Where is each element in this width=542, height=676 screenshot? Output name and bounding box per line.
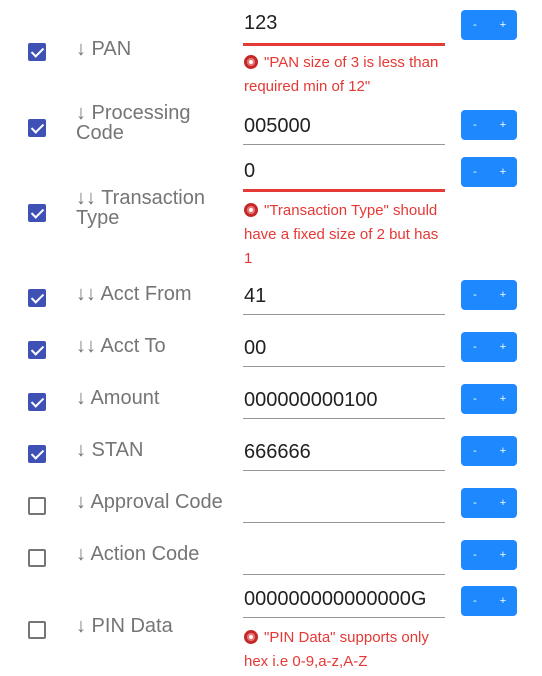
amount-minus-button[interactable]: - <box>461 384 489 414</box>
processing-code-input[interactable]: 005000 <box>243 111 445 145</box>
acct-from-label: ↓↓ Acct From <box>76 283 192 305</box>
approval-code-plus-button[interactable]: + <box>489 488 517 518</box>
acct-from-input[interactable]: 41 <box>243 281 445 315</box>
acct-from-minus-button[interactable]: - <box>461 280 489 310</box>
acct-to-label: ↓↓ Acct To <box>76 335 166 357</box>
acct-to-checkbox[interactable] <box>28 341 46 359</box>
processing-code-plus-button[interactable]: + <box>489 110 517 140</box>
pin-data-error: "PIN Data" supports only hex i.e 0-9,a-z… <box>244 629 429 670</box>
transaction-type-label: ↓↓ Transaction Type <box>76 187 205 229</box>
approval-code-input[interactable] <box>243 489 445 523</box>
pan-label: ↓ PAN <box>76 38 132 60</box>
error-icon <box>244 203 258 217</box>
approval-code-label: ↓ Approval Code <box>76 491 223 513</box>
transaction-type-error: "Transaction Type" should have a fixed s… <box>244 202 439 267</box>
pin-data-checkbox[interactable] <box>28 621 46 639</box>
stan-input[interactable]: 666666 <box>243 437 445 471</box>
pan-input[interactable]: 123 <box>243 8 445 46</box>
approval-code-minus-button[interactable]: - <box>461 488 489 518</box>
pin-data-input[interactable]: 000000000000000G <box>243 584 445 618</box>
transaction-type-checkbox[interactable] <box>28 204 46 222</box>
acct-to-plus-button[interactable]: + <box>489 332 517 362</box>
pan-minus-button[interactable]: - <box>461 10 489 40</box>
pin-data-minus-button[interactable]: - <box>461 586 489 616</box>
transaction-type-plus-button[interactable]: + <box>489 157 517 187</box>
amount-label: ↓ Amount <box>76 387 160 409</box>
amount-checkbox[interactable] <box>28 393 46 411</box>
pan-error: "PAN size of 3 is less than required min… <box>244 54 439 95</box>
approval-code-checkbox[interactable] <box>28 497 46 515</box>
error-icon <box>244 55 258 69</box>
stan-label: ↓ STAN <box>76 439 144 461</box>
stan-checkbox[interactable] <box>28 445 46 463</box>
processing-code-minus-button[interactable]: - <box>461 110 489 140</box>
acct-from-checkbox[interactable] <box>28 289 46 307</box>
action-code-plus-button[interactable]: + <box>489 540 517 570</box>
pan-checkbox[interactable] <box>28 43 46 61</box>
stan-minus-button[interactable]: - <box>461 436 489 466</box>
acct-from-plus-button[interactable]: + <box>489 280 517 310</box>
stan-plus-button[interactable]: + <box>489 436 517 466</box>
acct-to-minus-button[interactable]: - <box>461 332 489 362</box>
error-icon <box>244 630 258 644</box>
processing-code-checkbox[interactable] <box>28 119 46 137</box>
pin-data-label: ↓ PIN Data <box>76 615 173 637</box>
processing-code-label: ↓ Processing Code <box>76 102 191 144</box>
action-code-label: ↓ Action Code <box>76 543 200 565</box>
action-code-checkbox[interactable] <box>28 549 46 567</box>
action-code-input[interactable] <box>243 541 445 575</box>
pan-plus-button[interactable]: + <box>489 10 517 40</box>
acct-to-input[interactable]: 00 <box>243 333 445 367</box>
pin-data-plus-button[interactable]: + <box>489 586 517 616</box>
transaction-type-minus-button[interactable]: - <box>461 157 489 187</box>
action-code-minus-button[interactable]: - <box>461 540 489 570</box>
amount-plus-button[interactable]: + <box>489 384 517 414</box>
transaction-type-input[interactable]: 0 <box>243 156 445 192</box>
amount-input[interactable]: 000000000100 <box>243 385 445 419</box>
